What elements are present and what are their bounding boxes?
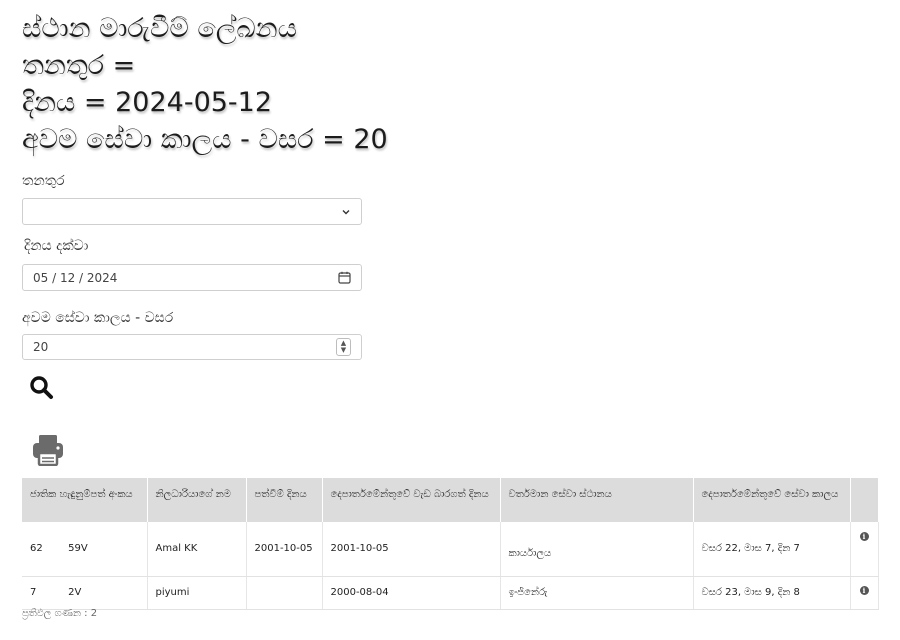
search-button[interactable]: [28, 374, 56, 406]
print-icon: [33, 435, 63, 467]
cell-current-station: ඉංජිනේරු: [500, 576, 694, 610]
cell-actions: i: [850, 522, 879, 577]
min-service-input[interactable]: 20 ▲ ▼: [22, 334, 362, 360]
cell-assumed-date: 2001-10-05: [322, 522, 501, 577]
result-count: ප්‍රතිඵල ගණන : 2: [22, 608, 98, 619]
cell-assumed-date: 2000-08-04: [322, 576, 501, 610]
designation-label: තනතුර: [22, 173, 65, 189]
designation-summary: තනතුර =: [22, 50, 136, 81]
designation-select[interactable]: [22, 198, 362, 225]
col-actions: [850, 478, 879, 522]
col-assumed-date[interactable]: දෙපාර්තමේන්තුවේ වැඩ බාරගත් දිනය: [322, 478, 501, 522]
info-icon[interactable]: i: [859, 532, 869, 541]
cell-actions: i: [850, 576, 879, 610]
date-summary: දිනය = 2024-05-12: [22, 87, 273, 118]
cell-appointment-date: 2001-10-05: [246, 522, 323, 577]
calendar-icon[interactable]: [338, 271, 351, 284]
cell-nic: 62 59V: [22, 522, 148, 577]
col-name[interactable]: නිලධාරියාගේ නම: [147, 478, 247, 522]
col-service-period[interactable]: දෙපාර්තමේන්තුවේ සේවා කාලය: [693, 478, 851, 522]
search-icon: [30, 376, 53, 399]
spinner-down-icon[interactable]: ▼: [341, 347, 346, 354]
cell-current-station: කාර්යාලය: [500, 522, 694, 577]
cell-name: piyumi: [147, 576, 247, 610]
number-spinner[interactable]: ▲ ▼: [336, 338, 351, 356]
col-current-station[interactable]: වර්තමාන සේවා ස්ථානය: [500, 478, 694, 522]
transfer-table: ජාතික හැඳුනුම්පත් අංකය නිලධාරියාගේ නම පත…: [22, 478, 879, 610]
report-title: ස්ථාන මාරුවීම් ලේඛනය: [22, 13, 297, 44]
date-input[interactable]: 05 / 12 / 2024: [22, 264, 362, 291]
table-row: 62 59V Amal KK 2001-10-05 2001-10-05 කාර…: [22, 522, 879, 577]
table-header-row: ජාතික හැඳුනුම්පත් අංකය නිලධාරියාගේ නම පත…: [22, 478, 879, 522]
date-label: දිනය දක්වා: [24, 238, 89, 254]
report-heading: ස්ථාන මාරුවීම් ලේඛනය තනතුර = දිනය = 2024…: [22, 10, 388, 158]
col-nic[interactable]: ජාතික හැඳුනුම්පත් අංකය: [22, 478, 148, 522]
table-row: 7 2V piyumi 2000-08-04 ඉංජිනේරු වසර 23, …: [22, 576, 879, 610]
col-appointment-date[interactable]: පත්වීම් දිනය: [246, 478, 323, 522]
chevron-down-icon: [342, 209, 350, 214]
cell-service-period: වසර 22, මාස 7, දින 7: [693, 522, 851, 577]
cell-service-period: වසර 23, මාස 9, දින 8: [693, 576, 851, 610]
date-value: 05 / 12 / 2024: [33, 270, 118, 285]
info-icon[interactable]: i: [859, 586, 869, 595]
print-button[interactable]: [31, 434, 65, 470]
min-service-label: අවම සේවා කාලය - වසර: [22, 310, 174, 326]
cell-name: Amal KK: [147, 522, 247, 577]
cell-nic: 7 2V: [22, 576, 148, 610]
min-service-summary: අවම සේවා කාලය - වසර = 20: [22, 124, 388, 155]
min-service-value: 20: [33, 340, 49, 354]
cell-appointment-date: [246, 576, 323, 610]
